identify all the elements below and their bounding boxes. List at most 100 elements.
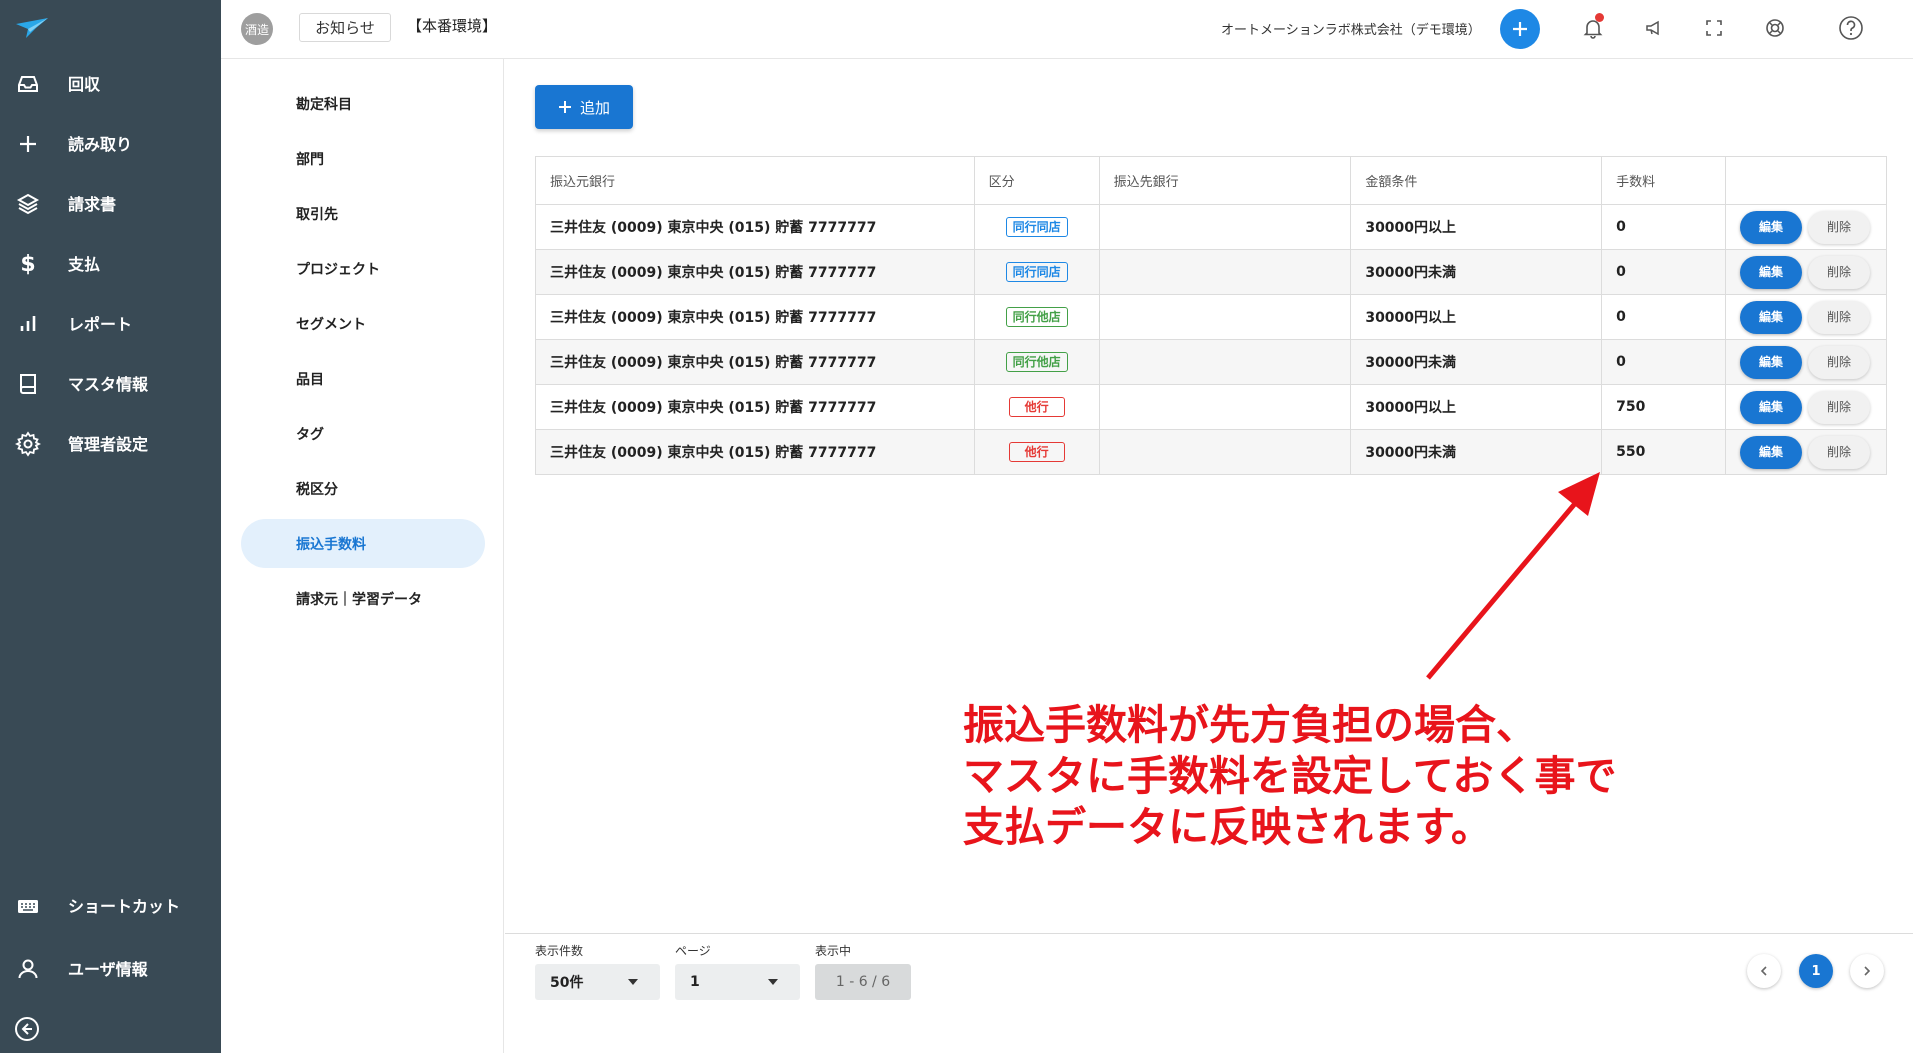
company-name[interactable]: オートメーションラボ株式会社（デモ環境） <box>1221 19 1481 38</box>
sidebar-item-4[interactable]: レポート <box>0 301 221 345</box>
megaphone-icon[interactable] <box>1640 14 1668 42</box>
fullscreen-icon[interactable] <box>1700 14 1728 42</box>
transfer-fee-table: 振込元銀行 区分 振込先銀行 金額条件 手数料 三井住友 (0009) 東京中央… <box>535 156 1887 475</box>
cell-source-bank: 三井住友 (0009) 東京中央 (015) 貯蓄 7777777 <box>535 384 975 430</box>
sidebar-item-5[interactable]: マスタ情報 <box>0 361 221 405</box>
table-row: 三井住友 (0009) 東京中央 (015) 貯蓄 7777777 同行他店 300… <box>535 294 1887 340</box>
page-select[interactable]: 1 <box>675 964 800 1000</box>
cell-dest-bank <box>1098 294 1352 340</box>
sidebar-item-2[interactable]: 請求書 <box>0 181 221 225</box>
add-button[interactable]: 追加 <box>535 85 633 129</box>
per-page-value: 50件 <box>550 975 584 991</box>
bar-chart-icon <box>14 310 42 338</box>
chevron-left-icon <box>1760 966 1767 976</box>
sidebar-item-label: 支払 <box>68 255 101 274</box>
sidebar-item-3[interactable]: $ 支払 <box>0 241 221 285</box>
submenu-item-7[interactable]: 税区分 <box>241 464 485 513</box>
cell-dest-bank <box>1098 204 1352 250</box>
org-avatar[interactable]: 酒造 <box>241 13 273 45</box>
sidebar-bottom-item-1[interactable]: ユーザ情報 <box>0 946 221 990</box>
notice-button[interactable]: お知らせ <box>299 13 391 42</box>
delete-button[interactable]: 削除 <box>1808 210 1871 244</box>
sidebar-bottom-item-0[interactable]: ショートカット <box>0 883 221 927</box>
sidebar-item-1[interactable]: 読み取り <box>0 121 221 165</box>
col-header-source-bank[interactable]: 振込元銀行 <box>535 156 975 205</box>
edit-button[interactable]: 編集 <box>1740 300 1803 334</box>
cell-fee: 0 <box>1601 339 1727 385</box>
submenu-item-3[interactable]: プロジェクト <box>241 244 485 293</box>
sidebar-item-0[interactable]: 回収 <box>0 61 221 105</box>
help-icon[interactable] <box>1837 14 1865 42</box>
cell-fee: 550 <box>1601 429 1727 475</box>
plus-icon <box>14 130 42 158</box>
category-badge: 他行 <box>1008 442 1065 462</box>
cell-dest-bank <box>1098 249 1352 295</box>
submenu-item-6[interactable]: タグ <box>241 409 485 458</box>
page-label: ページ <box>675 944 711 958</box>
submenu-item-5[interactable]: 品目 <box>241 354 485 403</box>
edit-button[interactable]: 編集 <box>1740 390 1803 424</box>
chevron-right-icon <box>1864 966 1871 976</box>
page-button-current[interactable]: 1 <box>1799 954 1833 988</box>
delete-button[interactable]: 削除 <box>1808 345 1871 379</box>
cell-dest-bank <box>1098 429 1352 475</box>
col-header-fee[interactable]: 手数料 <box>1601 156 1727 205</box>
cell-amount-condition: 30000円以上 <box>1350 204 1603 250</box>
table-header-row: 振込元銀行 区分 振込先銀行 金額条件 手数料 <box>535 156 1887 205</box>
cell-category: 同行他店 <box>973 294 1100 340</box>
delete-button[interactable]: 削除 <box>1808 300 1871 334</box>
cell-source-bank: 三井住友 (0009) 東京中央 (015) 貯蓄 7777777 <box>535 249 975 295</box>
environment-label: 【本番環境】 <box>407 17 498 35</box>
col-header-actions <box>1725 156 1887 205</box>
edit-button[interactable]: 編集 <box>1740 255 1803 289</box>
bell-icon[interactable] <box>1579 13 1607 42</box>
col-header-category[interactable]: 区分 <box>973 156 1100 205</box>
submenu-item-9[interactable]: 請求元｜学習データ <box>241 574 485 623</box>
support-icon[interactable] <box>1761 14 1789 42</box>
edit-button[interactable]: 編集 <box>1740 435 1803 469</box>
prev-page-button[interactable] <box>1747 954 1781 988</box>
delete-button[interactable]: 削除 <box>1808 255 1871 289</box>
submenu-item-2[interactable]: 取引先 <box>241 189 485 238</box>
add-button-label: 追加 <box>579 98 610 117</box>
svg-text:$: $ <box>20 252 35 276</box>
sidebar-item-label: レポート <box>68 315 133 334</box>
keyboard-icon <box>14 892 42 920</box>
delete-button[interactable]: 削除 <box>1808 435 1871 469</box>
cell-category: 同行他店 <box>973 339 1100 385</box>
table-row: 三井住友 (0009) 東京中央 (015) 貯蓄 7777777 他行 30000… <box>535 384 1887 430</box>
notification-dot <box>1595 13 1604 22</box>
cell-fee: 750 <box>1601 384 1727 430</box>
submenu-item-0[interactable]: 勘定科目 <box>241 79 485 128</box>
edit-button[interactable]: 編集 <box>1740 345 1803 379</box>
cell-category: 他行 <box>973 429 1100 475</box>
cell-actions: 編集 削除 <box>1725 429 1887 475</box>
cell-source-bank: 三井住友 (0009) 東京中央 (015) 貯蓄 7777777 <box>535 204 975 250</box>
delete-button[interactable]: 削除 <box>1808 390 1871 424</box>
col-header-amount-condition[interactable]: 金額条件 <box>1350 156 1603 205</box>
sidebar-item-label: ユーザ情報 <box>68 960 148 979</box>
cell-category: 同行同店 <box>973 204 1100 250</box>
cell-actions: 編集 削除 <box>1725 249 1887 295</box>
cell-dest-bank <box>1098 339 1352 385</box>
submenu-item-1[interactable]: 部門 <box>241 134 485 183</box>
next-page-button[interactable] <box>1850 954 1884 988</box>
cell-fee: 0 <box>1601 204 1727 250</box>
cell-fee: 0 <box>1601 294 1727 340</box>
quick-add-button[interactable] <box>1500 9 1540 49</box>
cell-category: 同行同店 <box>973 249 1100 295</box>
submenu-item-8[interactable]: 振込手数料 <box>241 519 485 568</box>
edit-button[interactable]: 編集 <box>1740 210 1803 244</box>
submenu-item-4[interactable]: セグメント <box>241 299 485 348</box>
logo-icon[interactable] <box>14 16 50 42</box>
per-page-select[interactable]: 50件 <box>535 964 660 1000</box>
table-row: 三井住友 (0009) 東京中央 (015) 貯蓄 7777777 同行同店 300… <box>535 204 1887 250</box>
table-row: 三井住友 (0009) 東京中央 (015) 貯蓄 7777777 同行他店 300… <box>535 339 1887 385</box>
cell-dest-bank <box>1098 384 1352 430</box>
category-badge: 同行他店 <box>1005 307 1068 327</box>
category-badge: 同行他店 <box>1005 352 1068 372</box>
col-header-dest-bank[interactable]: 振込先銀行 <box>1098 156 1352 205</box>
sidebar-item-6[interactable]: 管理者設定 <box>0 421 221 465</box>
inbox-icon <box>14 70 42 98</box>
collapse-sidebar-icon[interactable] <box>14 1016 40 1042</box>
